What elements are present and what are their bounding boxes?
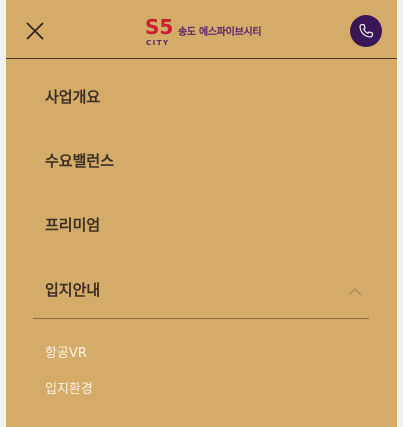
logo-mark: S5 CITY	[145, 15, 173, 47]
menu-item-premium[interactable]: 프리미엄	[45, 214, 100, 235]
nav-header: S5 CITY 송도 에스파이브시티	[6, 0, 397, 59]
close-button[interactable]	[24, 20, 46, 42]
close-icon	[26, 22, 44, 40]
svg-text:CITY: CITY	[146, 39, 170, 47]
menu-item-demand-balance[interactable]: 수요밸런스	[45, 150, 114, 171]
svg-text:S5: S5	[145, 15, 173, 39]
phone-icon	[359, 24, 373, 38]
submenu-divider	[33, 318, 369, 319]
phone-button[interactable]	[350, 15, 382, 47]
submenu-item-environment[interactable]: 입지환경	[45, 378, 93, 397]
mobile-nav-panel: S5 CITY 송도 에스파이브시티 사업개요 수요밸런스 프리미엄 입지안내 …	[6, 0, 397, 427]
menu-item-location[interactable]: 입지안내	[45, 279, 100, 300]
menu-item-overview[interactable]: 사업개요	[45, 86, 100, 107]
submenu-item-aerial-vr[interactable]: 항공VR	[45, 342, 87, 361]
site-logo[interactable]: S5 CITY 송도 에스파이브시티	[145, 14, 275, 48]
chevron-up-icon[interactable]	[348, 281, 362, 296]
logo-text: 송도 에스파이브시티	[178, 27, 262, 38]
